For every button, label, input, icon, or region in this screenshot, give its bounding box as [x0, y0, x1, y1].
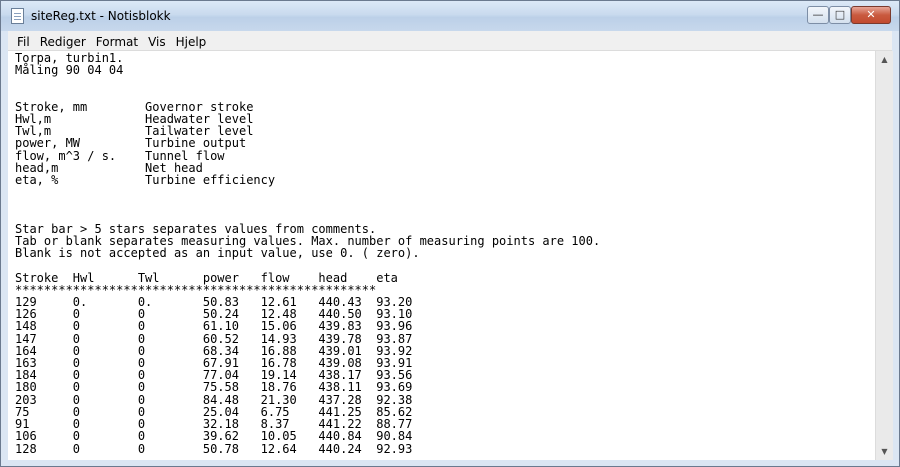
text-line: Måling 90 04 04	[15, 63, 124, 78]
menu-bar: Fil Rediger Format Vis Hjelp	[8, 31, 892, 51]
text-editor[interactable]: Torpa, turbin1. Måling 90 04 04 Stroke, …	[8, 51, 875, 460]
close-button[interactable]: ✕	[851, 6, 891, 24]
text-line: 128 0 0 50.78 12.64 440.24 92.93	[15, 441, 413, 456]
vertical-scrollbar[interactable]: ▲ ▼	[875, 51, 893, 460]
menu-edit[interactable]: Rediger	[35, 32, 91, 50]
menu-file[interactable]: Fil	[12, 32, 35, 50]
text-line: Blank is not accepted as an input value,…	[15, 246, 420, 261]
menu-help[interactable]: Hjelp	[171, 32, 212, 50]
menu-view[interactable]: Vis	[143, 32, 171, 50]
minimize-button[interactable]: —	[807, 6, 829, 24]
document-text[interactable]: Torpa, turbin1. Måling 90 04 04 Stroke, …	[8, 51, 875, 455]
maximize-button[interactable]: □	[829, 6, 851, 24]
scroll-down-button[interactable]: ▼	[876, 443, 893, 460]
scroll-up-button[interactable]: ▲	[876, 51, 893, 68]
window-title: siteReg.txt - Notisblokk	[31, 9, 171, 23]
title-bar[interactable]: siteReg.txt - Notisblokk — □ ✕	[1, 1, 899, 31]
notepad-icon[interactable]	[11, 8, 24, 24]
menu-format[interactable]: Format	[91, 32, 143, 50]
notepad-window: siteReg.txt - Notisblokk — □ ✕ Fil Redige…	[0, 0, 900, 467]
text-line: eta, % Turbine efficiency	[15, 173, 276, 188]
